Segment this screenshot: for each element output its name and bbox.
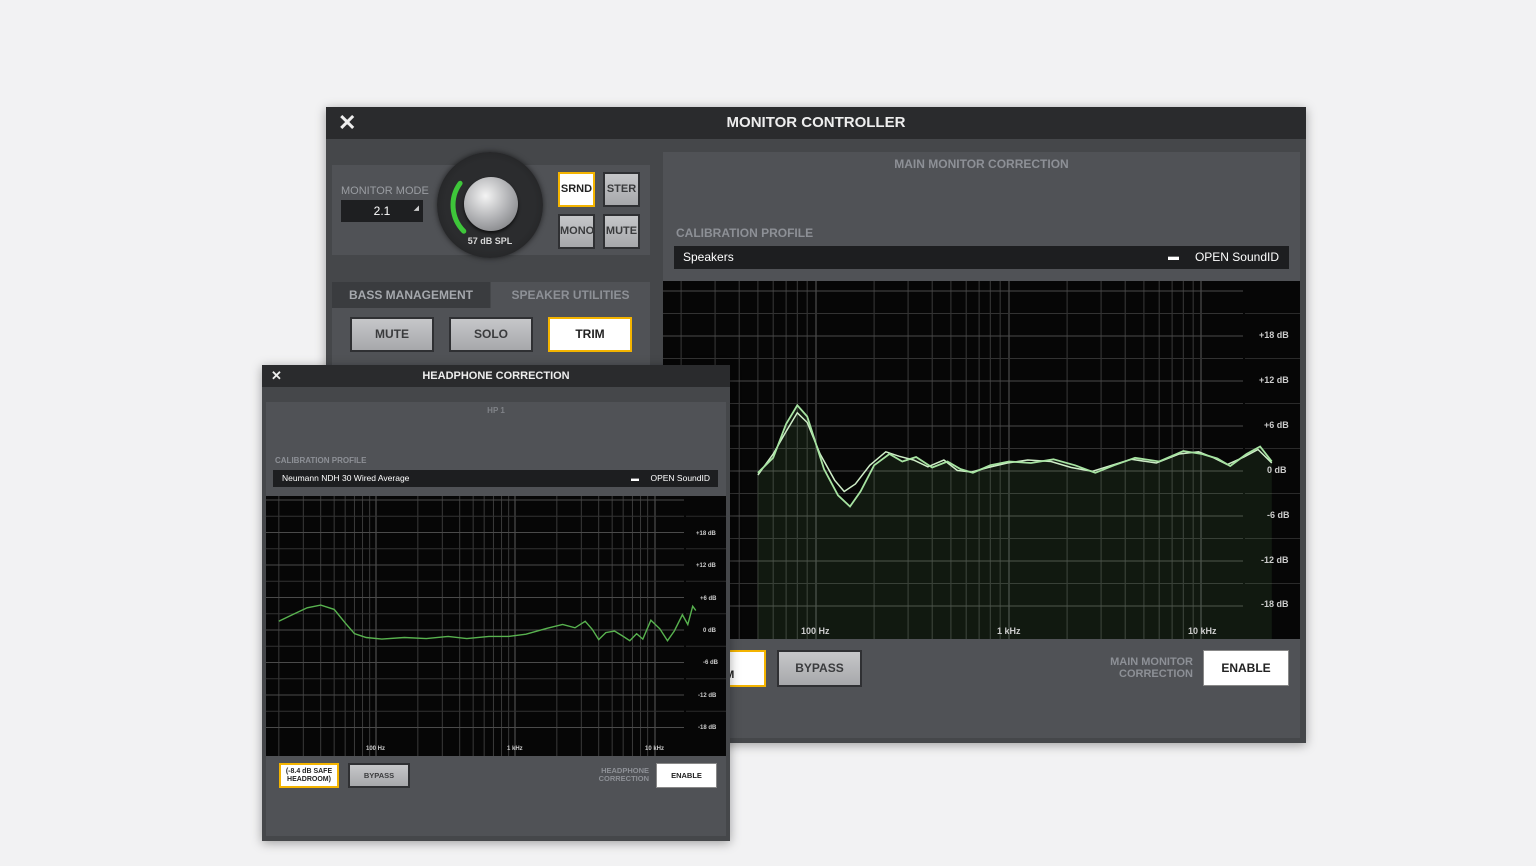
tab-bar: BASS MANAGEMENT SPEAKER UTILITIES bbox=[332, 282, 650, 308]
y-tick-label: -12 dB bbox=[1261, 555, 1289, 565]
monitor-mode-select[interactable]: 2.1 ◢ bbox=[341, 200, 423, 222]
srnd-button[interactable]: SRND bbox=[558, 172, 595, 207]
main-frequency-graph: +18 dB +12 dB +6 dB 0 dB -6 dB -12 dB -1… bbox=[663, 281, 1300, 639]
ster-button[interactable]: STER bbox=[603, 172, 640, 207]
hp-response-curve bbox=[278, 604, 697, 642]
monitor-controller-title: MONITOR CONTROLLER bbox=[726, 114, 906, 131]
main-frequency-plot bbox=[663, 281, 1300, 639]
main-correction-caption: MAIN MONITOR CORRECTION bbox=[1078, 656, 1193, 680]
calibration-profile-value: Speakers bbox=[683, 250, 734, 264]
x-tick-label: 1 kHz bbox=[507, 746, 523, 752]
y-tick-label: -18 dB bbox=[698, 725, 717, 731]
hp-bypass-button[interactable]: BYPASS bbox=[348, 763, 410, 788]
x-tick-label: 100 Hz bbox=[366, 746, 386, 752]
hp-safe-headroom-button[interactable]: (-8.4 dB SAFE HEADROOM) bbox=[279, 763, 339, 788]
y-tick-label: 0 dB bbox=[703, 628, 717, 634]
main-correction-title: MAIN MONITOR CORRECTION bbox=[894, 157, 1069, 171]
caption-line: CORRECTION bbox=[598, 774, 649, 783]
y-tick-label: +6 dB bbox=[1264, 420, 1289, 430]
y-tick-label: +12 dB bbox=[1259, 375, 1289, 385]
safe-headroom-line: HEADROOM) bbox=[287, 776, 331, 783]
hp-output-label: HP 1 bbox=[487, 406, 505, 415]
window-icon: ▬ bbox=[631, 474, 639, 483]
tab-speaker-utilities[interactable]: SPEAKER UTILITIES bbox=[491, 282, 650, 308]
hp-correction-caption: HEADPHONE CORRECTION bbox=[562, 767, 649, 783]
safe-headroom-line: (-8.4 dB SAFE bbox=[285, 768, 333, 775]
y-tick-label: +6 dB bbox=[700, 596, 717, 602]
hp-profile-dropdown[interactable]: Neumann NDH 30 Wired Average ▬ OPEN Soun… bbox=[273, 470, 718, 487]
utility-mute-button[interactable]: MUTE bbox=[350, 317, 434, 352]
headphone-title: HEADPHONE CORRECTION bbox=[422, 370, 570, 382]
hp-calibration-label: CALIBRATION PROFILE bbox=[275, 456, 367, 465]
y-tick-label: -18 dB bbox=[1261, 599, 1289, 609]
y-tick-label: +18 dB bbox=[1259, 330, 1289, 340]
monitor-controller-titlebar: MONITOR CONTROLLER bbox=[326, 107, 1306, 139]
dropdown-corner-icon: ◢ bbox=[413, 205, 419, 212]
monitor-mode-value: 2.1 bbox=[373, 204, 391, 218]
caption-line: CORRECTION bbox=[1119, 668, 1193, 680]
headphone-titlebar: HEADPHONE CORRECTION bbox=[262, 365, 730, 387]
calibration-profile-dropdown[interactable]: Speakers ▬ OPEN SoundID bbox=[674, 246, 1289, 269]
hp-frequency-graph: +18 dB +12 dB +6 dB 0 dB -6 dB -12 dB -1… bbox=[266, 496, 726, 756]
window-icon: ▬ bbox=[1168, 251, 1179, 263]
y-tick-label: 0 dB bbox=[1267, 465, 1287, 475]
monitor-mode-label: MONITOR MODE bbox=[341, 185, 429, 197]
x-tick-label: 1 kHz bbox=[997, 626, 1021, 636]
volume-knob[interactable]: 57 dB SPL bbox=[437, 152, 543, 258]
close-icon[interactable]: ✕ bbox=[271, 369, 282, 383]
spl-readout: 57 dB SPL bbox=[467, 236, 513, 246]
caption-line: MAIN MONITOR bbox=[1110, 656, 1193, 668]
x-tick-label: 10 kHz bbox=[645, 746, 665, 752]
utility-solo-button[interactable]: SOLO bbox=[449, 317, 533, 352]
main-bypass-button[interactable]: BYPASS bbox=[777, 650, 862, 687]
headphone-correction-window: HEADPHONE CORRECTION ✕ HP 1 CALIBRATION … bbox=[262, 365, 730, 841]
hp-enable-button[interactable]: ENABLE bbox=[656, 763, 717, 788]
open-soundid-link[interactable]: OPEN SoundID bbox=[1195, 246, 1279, 269]
hp-frequency-plot bbox=[266, 496, 726, 756]
calibration-profile-label: CALIBRATION PROFILE bbox=[676, 226, 814, 240]
y-tick-label: +18 dB bbox=[696, 531, 716, 537]
x-tick-label: 100 Hz bbox=[801, 626, 830, 636]
mono-button[interactable]: MONO bbox=[558, 214, 595, 249]
main-enable-button[interactable]: ENABLE bbox=[1203, 650, 1289, 686]
response-fill bbox=[757, 405, 1272, 639]
x-tick-label: 10 kHz bbox=[1188, 626, 1217, 636]
tab-bass-management[interactable]: BASS MANAGEMENT bbox=[332, 282, 490, 308]
y-tick-label: -6 dB bbox=[703, 660, 718, 666]
y-tick-label: -6 dB bbox=[1267, 510, 1290, 520]
y-tick-label: -12 dB bbox=[698, 693, 717, 699]
close-icon[interactable]: ✕ bbox=[338, 112, 356, 134]
hp-profile-value: Neumann NDH 30 Wired Average bbox=[282, 473, 410, 483]
utility-trim-button[interactable]: TRIM bbox=[548, 317, 632, 352]
knob-cap bbox=[464, 177, 518, 231]
y-tick-label: +12 dB bbox=[696, 563, 716, 569]
mute-speaker-button[interactable]: MUTE bbox=[603, 214, 640, 249]
hp-open-soundid-link[interactable]: OPEN SoundID bbox=[650, 470, 710, 487]
